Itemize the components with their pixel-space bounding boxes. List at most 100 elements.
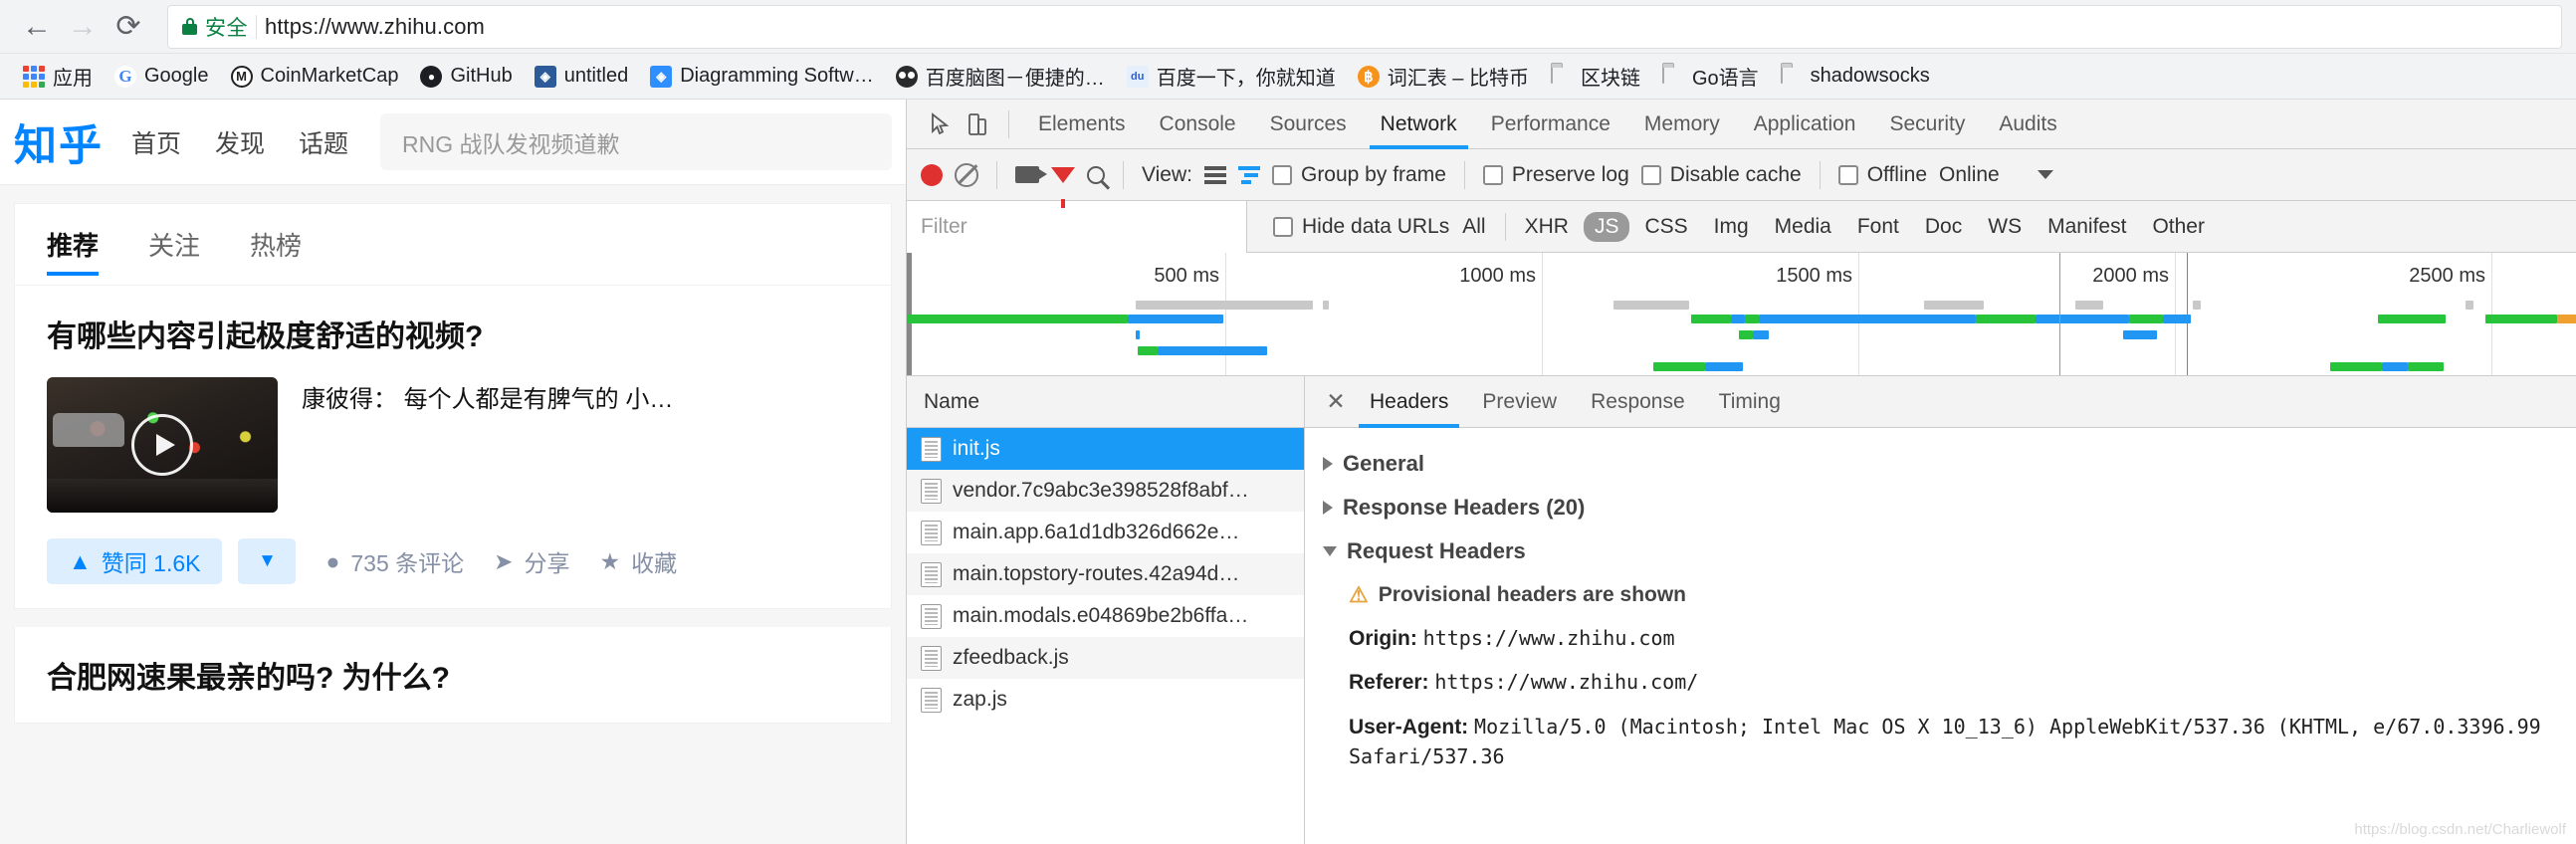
tab-following[interactable]: 关注 [148,204,200,286]
type-filter-xhr[interactable]: XHR [1514,212,1580,242]
bookmark-baidu[interactable]: du 百度一下，你就知道 [1116,59,1347,95]
type-filter-doc[interactable]: Doc [1914,212,1973,242]
request-row-main-modals[interactable]: main.modals.e04869be2b6ffa… [907,595,1304,637]
detail-tab-response[interactable]: Response [1574,376,1702,428]
clear-icon[interactable] [955,162,978,187]
zhihu-logo[interactable]: 知乎 [14,111,104,173]
bookmark-folder-golang[interactable]: Go语言 [1651,59,1770,95]
type-filter-all[interactable]: All [1451,212,1496,242]
reload-button[interactable]: ⟳ [106,4,151,50]
type-filter-manifest[interactable]: Manifest [2037,212,2137,242]
checkbox[interactable] [1837,164,1858,185]
checkbox[interactable] [1271,164,1292,185]
share-button[interactable]: ➤ 分享 [494,544,569,578]
waterfall-view-icon[interactable] [1237,165,1260,184]
section-request-headers[interactable]: Request Headers [1323,529,2558,573]
offline-checkbox[interactable]: Offline [1837,163,1927,187]
downvote-button[interactable]: ▼ [238,538,297,584]
tab-elements[interactable]: Elements [1021,100,1143,149]
hide-data-urls-checkbox[interactable]: Hide data URLs [1273,215,1449,239]
detail-tab-preview[interactable]: Preview [1465,376,1574,428]
question-title[interactable]: 有哪些内容引起极度舒适的视频? [47,312,859,355]
detail-tab-timing[interactable]: Timing [1702,376,1798,428]
back-button[interactable]: ← [14,4,60,50]
bookmark-folder-blockchain[interactable]: 区块链 [1540,59,1651,95]
search-input[interactable]: RNG 战队发视频道歉 [380,113,892,170]
address-bar[interactable]: 安全 https://www.zhihu.com [167,4,2562,49]
checkbox[interactable] [1482,164,1503,185]
filter-input[interactable]: Filter [907,200,1247,253]
chevron-down-icon[interactable] [2037,170,2053,179]
tab-security[interactable]: Security [1872,100,1982,149]
request-row-zfeedback-js[interactable]: zfeedback.js [907,637,1304,679]
tab-console[interactable]: Console [1143,100,1253,149]
bookmark-google[interactable]: G Google [104,59,220,95]
video-thumbnail[interactable] [47,377,278,513]
favorite-button[interactable]: ★ 收藏 [599,544,677,578]
type-filter-css[interactable]: CSS [1633,212,1698,242]
gridline [1225,253,1226,375]
requests-list[interactable]: init.js vendor.7c9abc3e398528f8abf… main… [907,428,1304,844]
request-row-main-app[interactable]: main.app.6a1d1db326d662e… [907,512,1304,553]
bookmark-diagramming-software[interactable]: ◈ Diagramming Softw… [639,59,885,95]
filter-icon[interactable] [1051,166,1075,208]
search-icon[interactable] [1087,165,1105,184]
tab-application[interactable]: Application [1737,100,1873,149]
checkbox[interactable] [1640,164,1661,185]
close-icon[interactable]: ✕ [1319,385,1353,419]
diagram-app-icon: ◈ [650,65,673,88]
bookmark-apps[interactable]: 应用 [12,59,104,95]
upvote-button[interactable]: ▲ 赞同 1.6K [47,538,223,584]
type-filter-font[interactable]: Font [1846,212,1910,242]
bookmark-github[interactable]: ● GitHub [409,59,523,95]
disable-cache-checkbox[interactable]: Disable cache [1640,163,1802,187]
bookmark-untitled[interactable]: ◈ untitled [524,59,640,95]
type-filter-other[interactable]: Other [2141,212,2216,242]
type-filter-img[interactable]: Img [1703,212,1760,242]
group-by-frame-checkbox[interactable]: Group by frame [1271,162,1446,187]
detail-tab-headers[interactable]: Headers [1353,376,1465,428]
checkbox[interactable] [1273,216,1293,237]
comments-button[interactable]: ● 735 条评论 [325,544,464,578]
type-filter-ws[interactable]: WS [1977,212,2033,242]
tab-performance[interactable]: Performance [1474,100,1627,149]
network-overview-timeline[interactable]: 500 ms 1000 ms 1500 ms 2000 ms 2500 ms [907,253,2576,376]
throttling-select[interactable]: Online [1939,163,2000,187]
request-row-init-js[interactable]: init.js [907,428,1304,470]
play-icon[interactable] [131,414,193,476]
apps-grid-icon [23,65,45,88]
forward-button[interactable]: → [60,4,106,50]
tab-recommended[interactable]: 推荐 [47,204,100,286]
type-filter-media[interactable]: Media [1764,212,1842,242]
bookmark-coinmarketcap[interactable]: M CoinMarketCap [220,59,410,95]
tab-sources[interactable]: Sources [1253,100,1364,149]
tab-network[interactable]: Network [1364,100,1474,149]
record-button[interactable] [921,163,943,186]
nav-item-topics[interactable]: 话题 [299,124,348,160]
group-by-frame-label: Group by frame [1300,162,1446,186]
comment-bubble-icon: ● [325,547,340,574]
tab-hot[interactable]: 热榜 [250,204,302,286]
nav-item-home[interactable]: 首页 [131,124,181,160]
request-row-zap-js[interactable]: zap.js [907,679,1304,721]
tab-memory[interactable]: Memory [1627,100,1737,149]
request-row-main-topstory-routes[interactable]: main.topstory-routes.42a94d… [907,553,1304,595]
bookmark-bitcoin-glossary[interactable]: ฿ 词汇表 – 比特币 [1347,59,1540,95]
camera-icon[interactable] [1015,166,1047,183]
bookmark-folder-shadowsocks[interactable]: shadowsocks [1770,59,1941,95]
section-response-headers[interactable]: Response Headers (20) [1323,486,2558,529]
section-general[interactable]: General [1323,442,2558,486]
inspect-cursor-icon[interactable] [921,106,959,143]
device-toolbar-icon[interactable] [959,106,996,143]
list-view-icon[interactable] [1203,165,1226,184]
next-question-title[interactable]: 合肥网速果最亲的吗? 为什么? [14,627,892,724]
requests-column-header[interactable]: Name [907,376,1304,428]
bookmark-baidu-naotu[interactable]: 百度脑图－便捷的… [885,59,1116,95]
request-row-vendor[interactable]: vendor.7c9abc3e398528f8abf… [907,470,1304,512]
nav-item-explore[interactable]: 发现 [215,124,265,160]
bookmark-label: CoinMarketCap [260,65,399,87]
type-filter-js[interactable]: JS [1583,211,1630,242]
script-file-icon [921,520,942,545]
tab-audits[interactable]: Audits [1982,100,2073,149]
preserve-log-checkbox[interactable]: Preserve log [1482,163,1629,187]
